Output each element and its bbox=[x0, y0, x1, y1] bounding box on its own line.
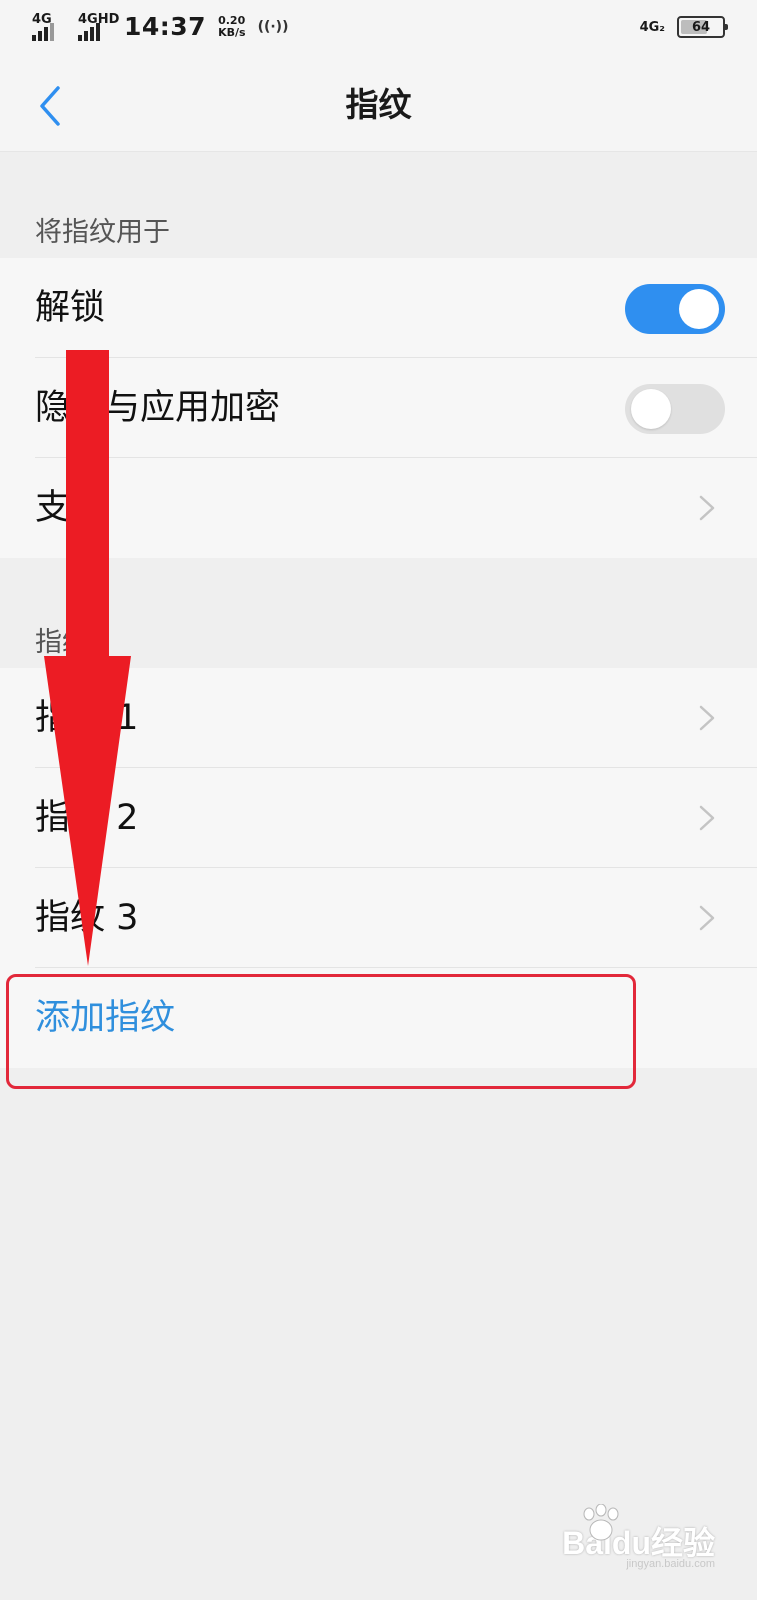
fingerprint-label: 指纹 3 bbox=[35, 898, 139, 938]
paw-logo-icon bbox=[583, 1504, 619, 1541]
clock: 14:37 bbox=[124, 12, 207, 41]
status-left: 4G 4GHD 14:37 0.20 KB/s ((·)) bbox=[32, 12, 288, 41]
nav-bar: 指纹 bbox=[0, 60, 757, 152]
network-speed: 0.20 KB/s bbox=[218, 13, 246, 39]
payment-label: 支付 bbox=[35, 488, 106, 528]
unlock-row[interactable]: 解锁 bbox=[0, 258, 757, 358]
fingerprint-label: 指纹 1 bbox=[35, 698, 139, 738]
chevron-right-icon bbox=[699, 805, 715, 831]
privacy-encryption-toggle[interactable] bbox=[625, 384, 725, 434]
watermark: Baidu经验 jingyan.baidu.com bbox=[562, 1504, 715, 1570]
payment-row[interactable]: 支付 bbox=[0, 458, 757, 558]
page-title: 指纹 bbox=[345, 85, 412, 124]
unlock-label: 解锁 bbox=[35, 288, 106, 328]
fingerprint-row[interactable]: 指纹 1 bbox=[0, 668, 757, 768]
signal-sim2: 4GHD bbox=[78, 13, 119, 41]
unlock-toggle[interactable] bbox=[625, 284, 725, 334]
fingerprint-label: 指纹 2 bbox=[35, 798, 139, 838]
signal-sim1: 4G bbox=[32, 13, 66, 41]
watermark-url: jingyan.baidu.com bbox=[626, 1558, 715, 1570]
fingerprint-row[interactable]: 指纹 2 bbox=[0, 768, 757, 868]
signal-bars-icon bbox=[78, 22, 100, 41]
sim2-network-icon: 4G₂ bbox=[639, 19, 665, 35]
chevron-right-icon bbox=[699, 705, 715, 731]
chevron-right-icon bbox=[699, 495, 715, 521]
use-group: 解锁 隐私与应用加密 支付 bbox=[0, 258, 757, 558]
section-header-use: 将指纹用于 bbox=[35, 217, 170, 248]
status-right: 4G₂ 64 bbox=[639, 16, 728, 38]
chevron-right-icon bbox=[699, 905, 715, 931]
fingerprint-row[interactable]: 指纹 3 bbox=[0, 868, 757, 968]
highlight-box bbox=[6, 974, 636, 1089]
status-bar: 4G 4GHD 14:37 0.20 KB/s ((·)) 4G₂ 64 bbox=[0, 0, 757, 60]
section-header-fingerprints: 指纹 bbox=[35, 627, 89, 658]
speed-unit: KB/s bbox=[218, 25, 246, 39]
speed-value: 0.20 bbox=[218, 13, 246, 27]
hotspot-icon: ((·)) bbox=[257, 18, 289, 35]
privacy-encryption-label: 隐私与应用加密 bbox=[35, 388, 281, 428]
battery-icon: 64 bbox=[677, 16, 728, 38]
battery-level: 64 bbox=[691, 19, 711, 35]
signal-bars-icon bbox=[32, 22, 54, 41]
privacy-encryption-row[interactable]: 隐私与应用加密 bbox=[0, 358, 757, 458]
